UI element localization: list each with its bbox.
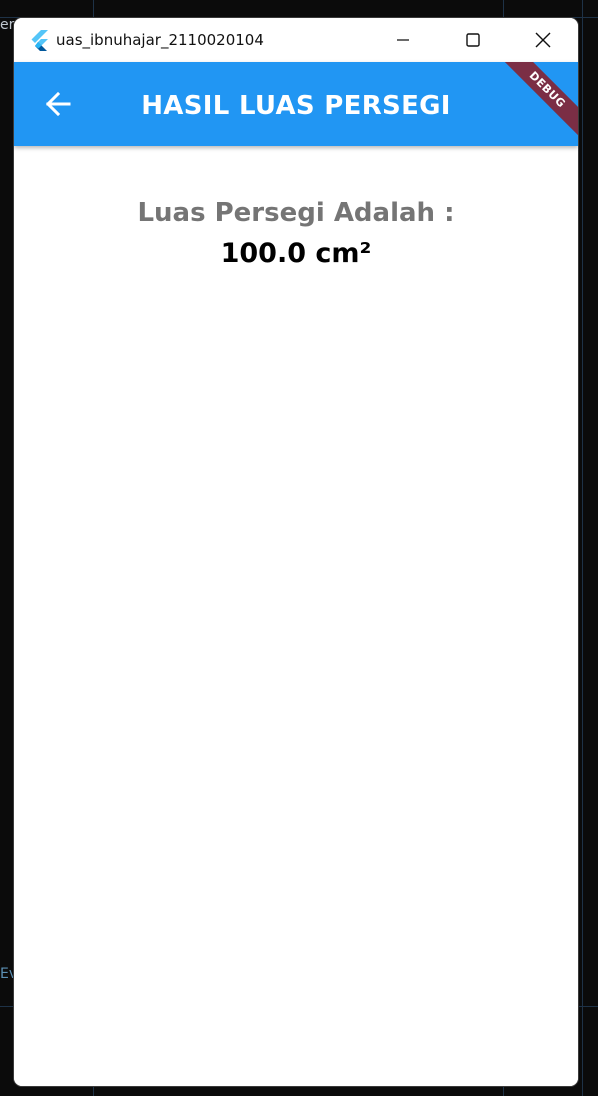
close-icon: [535, 32, 551, 48]
page-title: HASIL LUAS PERSEGI: [141, 91, 451, 121]
result-value: 100.0 cm²: [220, 238, 372, 269]
app-window: uas_ibnuhajar_2110020104 HASIL LUAS PERS…: [14, 18, 578, 1086]
result-label: Luas Persegi Adalah :: [137, 198, 455, 228]
window-titlebar[interactable]: uas_ibnuhajar_2110020104: [14, 18, 578, 62]
maximize-icon: [466, 33, 480, 47]
minimize-button[interactable]: [368, 18, 438, 62]
background-divider: [582, 0, 583, 1096]
window-title: uas_ibnuhajar_2110020104: [56, 31, 264, 49]
desktop-background: er. Ev uas_ibnuhajar_2110020104 HASIL LU…: [0, 0, 598, 1096]
app-bar: HASIL LUAS PERSEGI: [14, 62, 578, 146]
close-button[interactable]: [508, 18, 578, 62]
maximize-button[interactable]: [438, 18, 508, 62]
window-controls: [368, 18, 578, 62]
flutter-logo-icon: [28, 29, 50, 51]
main-content: Luas Persegi Adalah : 100.0 cm²: [14, 146, 578, 1086]
minimize-icon: [397, 39, 409, 41]
